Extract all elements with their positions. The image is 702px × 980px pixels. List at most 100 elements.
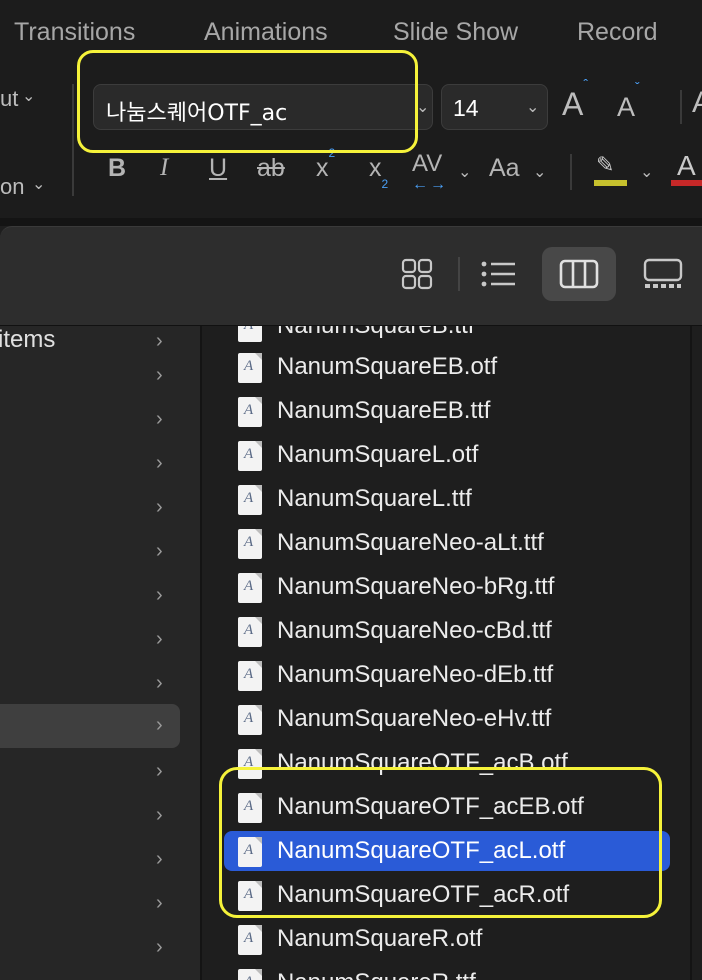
window-gap <box>0 218 702 226</box>
list-item[interactable]: A NanumSquareNeo-cBd.ttf <box>224 611 670 651</box>
chevron-down-icon[interactable]: ⌄ <box>458 162 471 182</box>
list-item[interactable]: A NanumSquareOTF_acEB.otf <box>224 787 670 827</box>
font-color-button[interactable]: A <box>677 150 696 182</box>
folder-row-selected[interactable]: › <box>0 704 180 748</box>
cut-off-dropdown-label-bottom[interactable]: on <box>0 174 24 200</box>
file-name: NanumSquareL.ttf <box>277 485 472 512</box>
italic-button[interactable]: I <box>160 154 168 182</box>
folder-row[interactable]: › <box>0 442 180 486</box>
list-item[interactable]: A NanumSquareNeo-eHv.ttf <box>224 699 670 739</box>
folder-row[interactable]: › <box>0 486 180 530</box>
list-item[interactable]: A NanumSquareOTF_acR.otf <box>224 875 670 915</box>
parent-folder-column: items › › › › › › › › › › › › › › › <box>0 326 200 980</box>
font-name-value[interactable]: 나눔스퀘어OTF_ac <box>106 95 287 127</box>
font-file-icon: A <box>238 353 262 383</box>
list-item[interactable]: A NanumSquareNeo-bRg.ttf <box>224 567 670 607</box>
increase-font-size-button[interactable]: Aˆ <box>562 76 588 123</box>
list-item[interactable]: A NanumSquareL.otf <box>224 435 670 475</box>
list-item[interactable]: A NanumSquareNeo-aLt.ttf <box>224 523 670 563</box>
list-item[interactable]: A NanumSquareOTF_acB.otf <box>224 743 670 783</box>
file-name: NanumSquareB.ttf <box>277 326 474 340</box>
folder-row[interactable]: › <box>0 618 180 662</box>
folder-row[interactable]: › <box>0 662 180 706</box>
chevron-down-icon[interactable]: ⌄ <box>22 86 35 106</box>
font-name-dropdown[interactable]: 나눔스퀘어OTF_ac ⌄ <box>93 84 433 130</box>
subscript-label: x <box>369 154 382 182</box>
font-file-icon: A <box>238 397 262 427</box>
font-file-icon: A <box>238 617 262 647</box>
gallery-icon <box>643 258 683 288</box>
font-size-dropdown[interactable]: 14 ⌄ <box>441 84 548 130</box>
list-item[interactable]: A NanumSquareEB.ttf <box>224 391 670 431</box>
font-file-icon: A <box>238 573 262 603</box>
font-file-icon: A <box>238 441 262 471</box>
folder-row[interactable]: › <box>0 926 180 970</box>
list-item-selected[interactable]: A NanumSquareOTF_acL.otf <box>224 831 670 871</box>
folder-row[interactable]: › <box>0 574 180 618</box>
tab-record[interactable]: Record <box>577 18 658 47</box>
cut-off-dropdown-label-top[interactable]: ut <box>0 86 18 112</box>
list-item[interactable]: A NanumSquareR.ttf <box>224 963 670 980</box>
list-view-button[interactable] <box>462 247 536 301</box>
caret-up-icon: ˆ <box>583 76 589 93</box>
font-color-swatch <box>671 180 702 186</box>
chevron-right-icon: › <box>156 760 163 782</box>
ribbon-tabs: Transitions Animations Slide Show Record <box>0 0 702 64</box>
file-name: NanumSquareOTF_acB.otf <box>277 749 568 776</box>
icon-view-button[interactable] <box>380 247 454 301</box>
folder-row[interactable]: › <box>0 838 180 882</box>
divider <box>72 84 74 196</box>
chevron-right-icon: › <box>156 584 163 606</box>
folder-row[interactable]: › <box>0 882 180 926</box>
file-list-column: A NanumSquareB.ttf A NanumSquareEB.otf A Na… <box>202 326 690 980</box>
folder-row[interactable]: › <box>0 354 180 398</box>
column-view-button[interactable] <box>542 247 616 301</box>
folder-row[interactable]: › <box>0 794 180 838</box>
list-item[interactable]: A NanumSquareNeo-dEb.ttf <box>224 655 670 695</box>
superscript-2-icon: 2 <box>328 145 336 160</box>
underline-button[interactable]: U <box>209 154 227 183</box>
tab-transitions[interactable]: Transitions <box>14 18 135 47</box>
bold-button[interactable]: B <box>108 154 126 183</box>
folder-label: items <box>0 326 56 353</box>
subscript-2-icon: 2 <box>381 177 389 191</box>
highlighter-pen-icon[interactable]: ✎ <box>596 152 614 178</box>
chevron-right-icon: › <box>156 936 163 958</box>
chevron-down-icon[interactable]: ⌄ <box>32 174 45 194</box>
file-name: NanumSquareEB.ttf <box>277 397 491 424</box>
chevron-down-icon[interactable]: ⌄ <box>640 162 653 182</box>
chevron-right-icon: › <box>156 672 163 694</box>
chevron-down-icon[interactable]: ⌄ <box>416 97 429 117</box>
list-item[interactable]: A NanumSquareB.ttf <box>224 326 670 346</box>
shrink-font-icon: A <box>617 92 636 122</box>
font-file-icon: A <box>238 661 262 691</box>
character-spacing-button[interactable]: AV <box>412 150 442 178</box>
file-name: NanumSquareNeo-aLt.ttf <box>277 529 544 556</box>
tab-slide-show[interactable]: Slide Show <box>393 18 518 47</box>
preview-column <box>692 326 702 980</box>
superscript-button[interactable]: x2 <box>316 146 335 183</box>
change-case-button[interactable]: Aa <box>489 154 520 183</box>
folder-row[interactable]: › <box>0 750 180 794</box>
gallery-view-button[interactable] <box>626 247 700 301</box>
divider <box>458 257 460 291</box>
folder-row[interactable]: › <box>0 398 180 442</box>
ribbon: Transitions Animations Slide Show Record… <box>0 0 702 218</box>
list-item[interactable]: A NanumSquareEB.otf <box>224 347 670 387</box>
tab-animations[interactable]: Animations <box>204 18 328 47</box>
file-name: NanumSquareL.otf <box>277 441 479 468</box>
divider <box>570 154 572 190</box>
decrease-font-size-button[interactable]: Aˇ <box>617 79 640 123</box>
folder-row[interactable]: › <box>0 530 180 574</box>
font-file-icon: A <box>238 749 262 779</box>
strikethrough-button[interactable]: ab <box>257 154 285 183</box>
clear-formatting-icon[interactable]: A <box>692 86 702 120</box>
subscript-button[interactable]: x2 <box>369 154 388 191</box>
list-item[interactable]: A NanumSquareL.ttf <box>224 479 670 519</box>
chevron-down-icon[interactable]: ⌄ <box>526 97 539 117</box>
chevron-right-icon: › <box>156 892 163 914</box>
chevron-down-icon[interactable]: ⌄ <box>533 162 546 182</box>
font-size-value[interactable]: 14 <box>453 95 479 122</box>
spacing-arrows-icon: ←→ <box>412 176 448 193</box>
list-item[interactable]: A NanumSquareR.otf <box>224 919 670 959</box>
